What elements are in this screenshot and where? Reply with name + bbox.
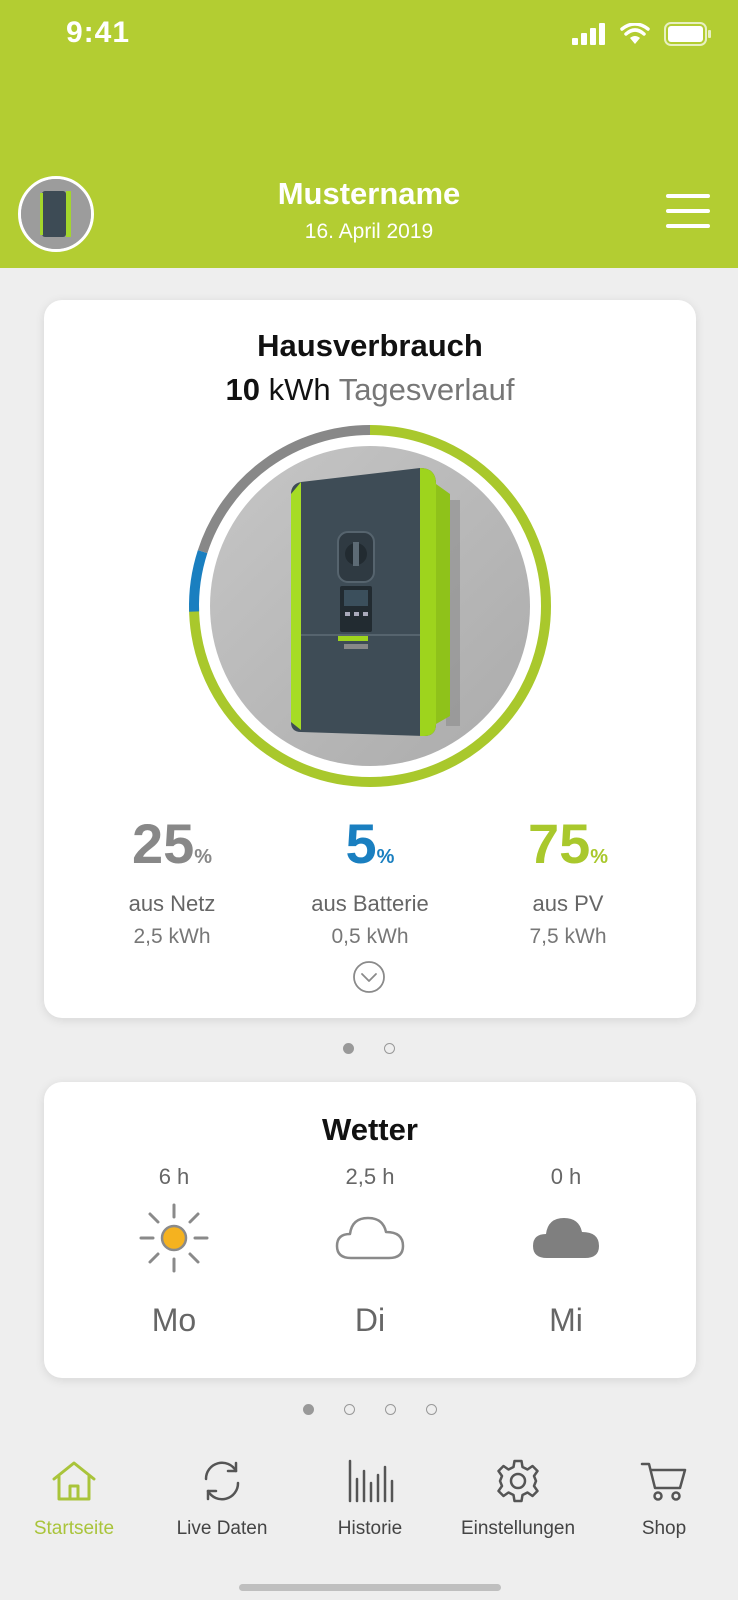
- weekday-label: Mo: [151, 1302, 197, 1338]
- nav-live-daten[interactable]: Live Daten: [148, 1454, 296, 1540]
- stat-pv-pct-sign: %: [590, 846, 609, 868]
- stat-batterie-value: 5: [345, 812, 377, 875]
- stat-netz-label: aus Netz: [128, 891, 216, 916]
- cart-icon: [640, 1462, 687, 1501]
- stat-pv: 75% aus PV 7,5 kWh: [458, 814, 678, 949]
- status-time: 9:41: [66, 16, 131, 49]
- pager-dot[interactable]: [384, 1043, 395, 1054]
- app-header: 9:41 Mustername 16. April 2019: [0, 0, 738, 268]
- home-indicator: [239, 1584, 501, 1591]
- header-date: 16. April 2019: [304, 220, 434, 243]
- consumption-unit: kWh: [268, 372, 331, 407]
- ring-segment-batterie: [189, 550, 208, 612]
- pager-dot[interactable]: [385, 1404, 396, 1415]
- pager-dot[interactable]: [344, 1404, 355, 1415]
- stat-pv-value: 75: [527, 812, 591, 875]
- consumption-pager[interactable]: [343, 1043, 395, 1054]
- weather-day: 0 h Mi: [496, 1164, 636, 1339]
- stat-netz-value: 25: [131, 812, 195, 875]
- stat-netz-percent: 25%: [62, 814, 282, 887]
- stat-netz-pct-sign: %: [194, 846, 213, 868]
- header-title: Mustername: [277, 176, 461, 211]
- stat-pv-percent: 75%: [458, 814, 678, 887]
- sun-icon: [139, 1203, 209, 1273]
- card-title: Wetter: [322, 1112, 418, 1147]
- sun-hours: 6 h: [158, 1164, 190, 1189]
- bottom-navigation: Startseite Live Daten Historie Einstellu…: [0, 1440, 738, 1600]
- stat-pv-label: aus PV: [532, 891, 604, 916]
- nav-historie[interactable]: Historie: [296, 1454, 444, 1540]
- battery-icon: [664, 22, 711, 46]
- nav-label: Live Daten: [176, 1518, 268, 1539]
- home-icon: [52, 1461, 96, 1501]
- sun-hours: 0 h: [550, 1164, 582, 1189]
- stat-batterie-label: aus Batterie: [311, 891, 429, 916]
- nav-startseite[interactable]: Startseite: [0, 1454, 148, 1540]
- cloud-outline-icon: [335, 1216, 405, 1260]
- card-title: Hausverbrauch: [257, 328, 483, 363]
- weekday-label: Di: [354, 1302, 386, 1338]
- consumption-subtitle-suffix: Tagesverlauf: [338, 372, 515, 407]
- stat-pv-energy: 7,5 kWh: [529, 925, 607, 948]
- stat-batterie-percent: 5%: [260, 814, 480, 887]
- nav-label: Historie: [337, 1518, 403, 1539]
- consumption-value: 10: [225, 372, 260, 407]
- refresh-icon: [204, 1461, 240, 1501]
- weather-pager[interactable]: [303, 1404, 437, 1415]
- hamburger-menu-icon[interactable]: [666, 194, 710, 232]
- stat-netz: 25% aus Netz 2,5 kWh: [62, 814, 282, 949]
- stat-batterie-pct-sign: %: [376, 846, 395, 868]
- wifi-icon: [620, 23, 650, 44]
- stat-batterie: 5% aus Batterie 0,5 kWh: [260, 814, 480, 949]
- stat-netz-energy: 2,5 kWh: [133, 925, 211, 948]
- consumption-subtitle: 10 kWh Tagesverlauf: [44, 372, 696, 408]
- weather-card[interactable]: Wetter 6 h Mo 2,5 h Di 0 h Mi: [44, 1082, 696, 1378]
- nav-shop[interactable]: Shop: [590, 1454, 738, 1540]
- nav-label: Startseite: [33, 1518, 115, 1539]
- pager-dot[interactable]: [303, 1404, 314, 1415]
- weather-day: 2,5 h Di: [300, 1164, 440, 1339]
- pager-dot[interactable]: [343, 1043, 354, 1054]
- bar-chart-icon: [348, 1459, 394, 1503]
- weekday-label: Mi: [549, 1302, 583, 1338]
- chevron-down-circle-icon[interactable]: [352, 960, 386, 994]
- sun-hours: 2,5 h: [345, 1164, 395, 1189]
- nav-label: Einstellungen: [460, 1518, 576, 1539]
- stat-batterie-energy: 0,5 kWh: [331, 925, 409, 948]
- gear-icon: [497, 1459, 539, 1503]
- pager-dot[interactable]: [426, 1404, 437, 1415]
- consumption-card[interactable]: Hausverbrauch 10 kWh Tagesverlauf 25% au…: [44, 300, 696, 1018]
- weather-day: 6 h Mo: [104, 1164, 244, 1339]
- consumption-ring: [189, 425, 551, 787]
- nav-label: Shop: [641, 1518, 687, 1539]
- cloud-filled-icon: [533, 1218, 599, 1258]
- status-icons: [572, 22, 712, 46]
- signal-icon: [572, 23, 605, 45]
- nav-einstellungen[interactable]: Einstellungen: [444, 1454, 592, 1540]
